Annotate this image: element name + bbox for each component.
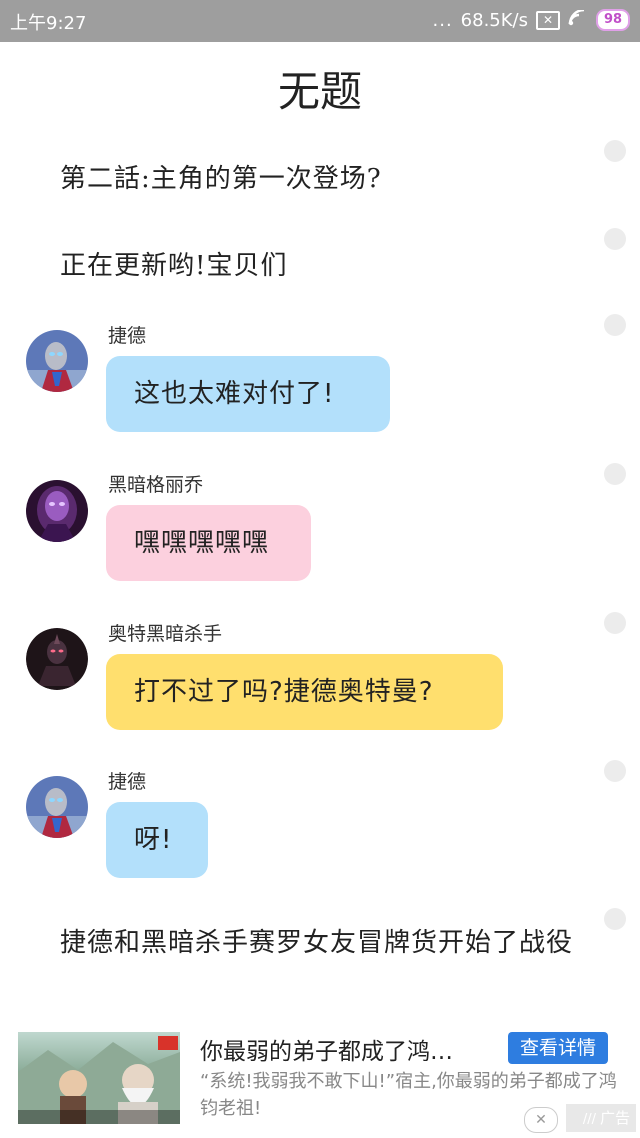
ad-detail-button[interactable]: 查看详情 <box>508 1032 608 1064</box>
ad-close-icon[interactable]: ✕ <box>524 1107 558 1133</box>
comment-dot[interactable] <box>604 140 626 162</box>
ad-description[interactable]: “系统!我弱我不敢下山!”宿主,你最弱的弟子都成了鸿钧老祖! <box>200 1068 625 1122</box>
speaker-name: 捷德 <box>108 325 147 347</box>
avatar <box>26 480 88 542</box>
status-time: 上午9:27 <box>10 13 87 34</box>
narration-line: 正在更新哟!宝贝们 <box>60 251 288 281</box>
narration-line: 第二話:主角的第一次登场? <box>60 164 382 194</box>
speaker-name: 奥特黑暗杀手 <box>108 623 223 645</box>
comment-dot[interactable] <box>604 463 626 485</box>
status-right: ... 68.5K/s ✕ 98 <box>432 8 630 31</box>
comment-dot[interactable] <box>604 228 626 250</box>
avatar <box>26 330 88 392</box>
comment-dot[interactable] <box>604 612 626 634</box>
speaker-name: 黑暗格丽乔 <box>108 474 204 496</box>
status-dots: ... <box>432 9 453 31</box>
wifi-icon <box>568 8 588 30</box>
chat-bubble: 嘿嘿嘿嘿嘿 <box>106 505 311 581</box>
speaker-name: 捷德 <box>108 771 147 793</box>
comment-dot[interactable] <box>604 760 626 782</box>
chat-bubble: 呀! <box>106 802 208 878</box>
battery-icon: 98 <box>596 9 630 31</box>
story-paragraph: 捷德和黑暗杀手赛罗女友冒牌货开始了战役 <box>60 928 574 958</box>
sim-off-icon: ✕ <box>536 10 560 30</box>
ad-brand-icon: /// <box>582 1112 596 1127</box>
comment-dot[interactable] <box>604 314 626 336</box>
page-title: 无题 <box>277 67 362 116</box>
ad-title[interactable]: 你最弱的弟子都成了鸿… <box>200 1032 495 1066</box>
ad-label: ///广告 <box>566 1104 636 1132</box>
ad-label-text: 广告 <box>599 1109 630 1127</box>
avatar <box>26 628 88 690</box>
ad-thumbnail[interactable] <box>18 1032 180 1124</box>
chat-bubble: 这也太难对付了! <box>106 356 390 432</box>
network-speed: 68.5K/s <box>460 9 528 31</box>
comment-dot[interactable] <box>604 908 626 930</box>
chat-bubble: 打不过了吗?捷德奥特曼? <box>106 654 503 730</box>
avatar <box>26 776 88 838</box>
status-bar: 上午9:27 ... 68.5K/s ✕ 98 <box>0 0 640 42</box>
